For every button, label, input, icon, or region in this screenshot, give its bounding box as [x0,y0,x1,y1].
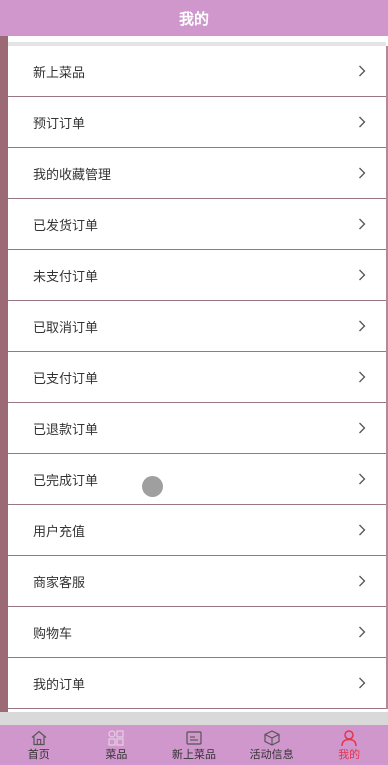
page-title: 我的 [178,9,209,28]
chevron-right-icon [356,626,368,638]
box-icon [263,729,281,747]
menu-item-refunded-orders[interactable]: 已退款订单 [8,403,386,454]
menu-item-label: 已退款订单 [33,422,99,438]
menu-item-label: 预订订单 [33,116,86,132]
tab-label: 菜品 [105,748,128,761]
tab-dishes[interactable]: 菜品 [78,725,156,765]
image-icon [185,729,203,747]
menu-item-label: 商家客服 [33,575,86,591]
page-header: 我的 [0,0,388,36]
menu-item-user-recharge[interactable]: 用户充值 [8,505,386,556]
menu-item-label: 已支付订单 [33,371,99,387]
menu-item-label: 用户充值 [33,524,86,540]
menu-item-shipped-orders[interactable]: 已发货订单 [8,199,386,250]
tab-mine[interactable]: 我的 [310,725,388,765]
chevron-right-icon [356,677,368,689]
user-icon [340,729,358,747]
tab-home[interactable]: 首页 [0,725,78,765]
chevron-right-icon [356,524,368,536]
menu-item-label: 未支付订单 [33,269,99,285]
menu-item-paid-orders[interactable]: 已支付订单 [8,352,386,403]
menu-item-cancelled-orders[interactable]: 已取消订单 [8,301,386,352]
chevron-right-icon [356,218,368,230]
chevron-right-icon [356,65,368,77]
menu-item-label: 已发货订单 [33,218,99,234]
touch-indicator [142,476,163,497]
chevron-right-icon [356,473,368,485]
chevron-right-icon [356,269,368,281]
tab-new-dishes[interactable]: 新上菜品 [155,725,233,765]
tab-label: 活动信息 [249,748,294,761]
menu-item-favorites[interactable]: 我的收藏管理 [8,148,386,199]
menu-list: 新上菜品 预订订单 我的收藏管理 已发货订单 未支付订单 已取消订单 已支付订单… [8,46,388,709]
menu-item-reservation-orders[interactable]: 预订订单 [8,97,386,148]
menu-item-label: 我的订单 [33,677,86,693]
chevron-right-icon [356,167,368,179]
menu-item-label: 已完成订单 [33,473,99,489]
chevron-right-icon [356,371,368,383]
chevron-right-icon [356,422,368,434]
tab-label: 新上菜品 [171,748,216,761]
grid-icon [107,729,125,747]
home-icon [30,729,48,747]
tab-label: 首页 [27,748,50,761]
menu-item-my-orders[interactable]: 我的订单 [8,658,386,709]
bottom-tab-bar: 首页 菜品 新上菜品 活动信息 我的 [0,725,388,765]
menu-item-label: 购物车 [33,626,73,642]
chevron-right-icon [356,116,368,128]
tab-activity-info[interactable]: 活动信息 [233,725,311,765]
menu-item-label: 已取消订单 [33,320,99,336]
menu-item-new-dishes[interactable]: 新上菜品 [8,46,386,97]
menu-item-completed-orders[interactable]: 已完成订单 [8,454,386,505]
menu-item-merchant-service[interactable]: 商家客服 [8,556,386,607]
menu-item-label: 新上菜品 [33,65,86,81]
menu-item-shopping-cart[interactable]: 购物车 [8,607,386,658]
tab-label: 我的 [338,748,361,761]
menu-item-label: 我的收藏管理 [33,167,112,183]
left-accent-bar [0,36,8,712]
chevron-right-icon [356,320,368,332]
chevron-right-icon [356,575,368,587]
menu-item-unpaid-orders[interactable]: 未支付订单 [8,250,386,301]
